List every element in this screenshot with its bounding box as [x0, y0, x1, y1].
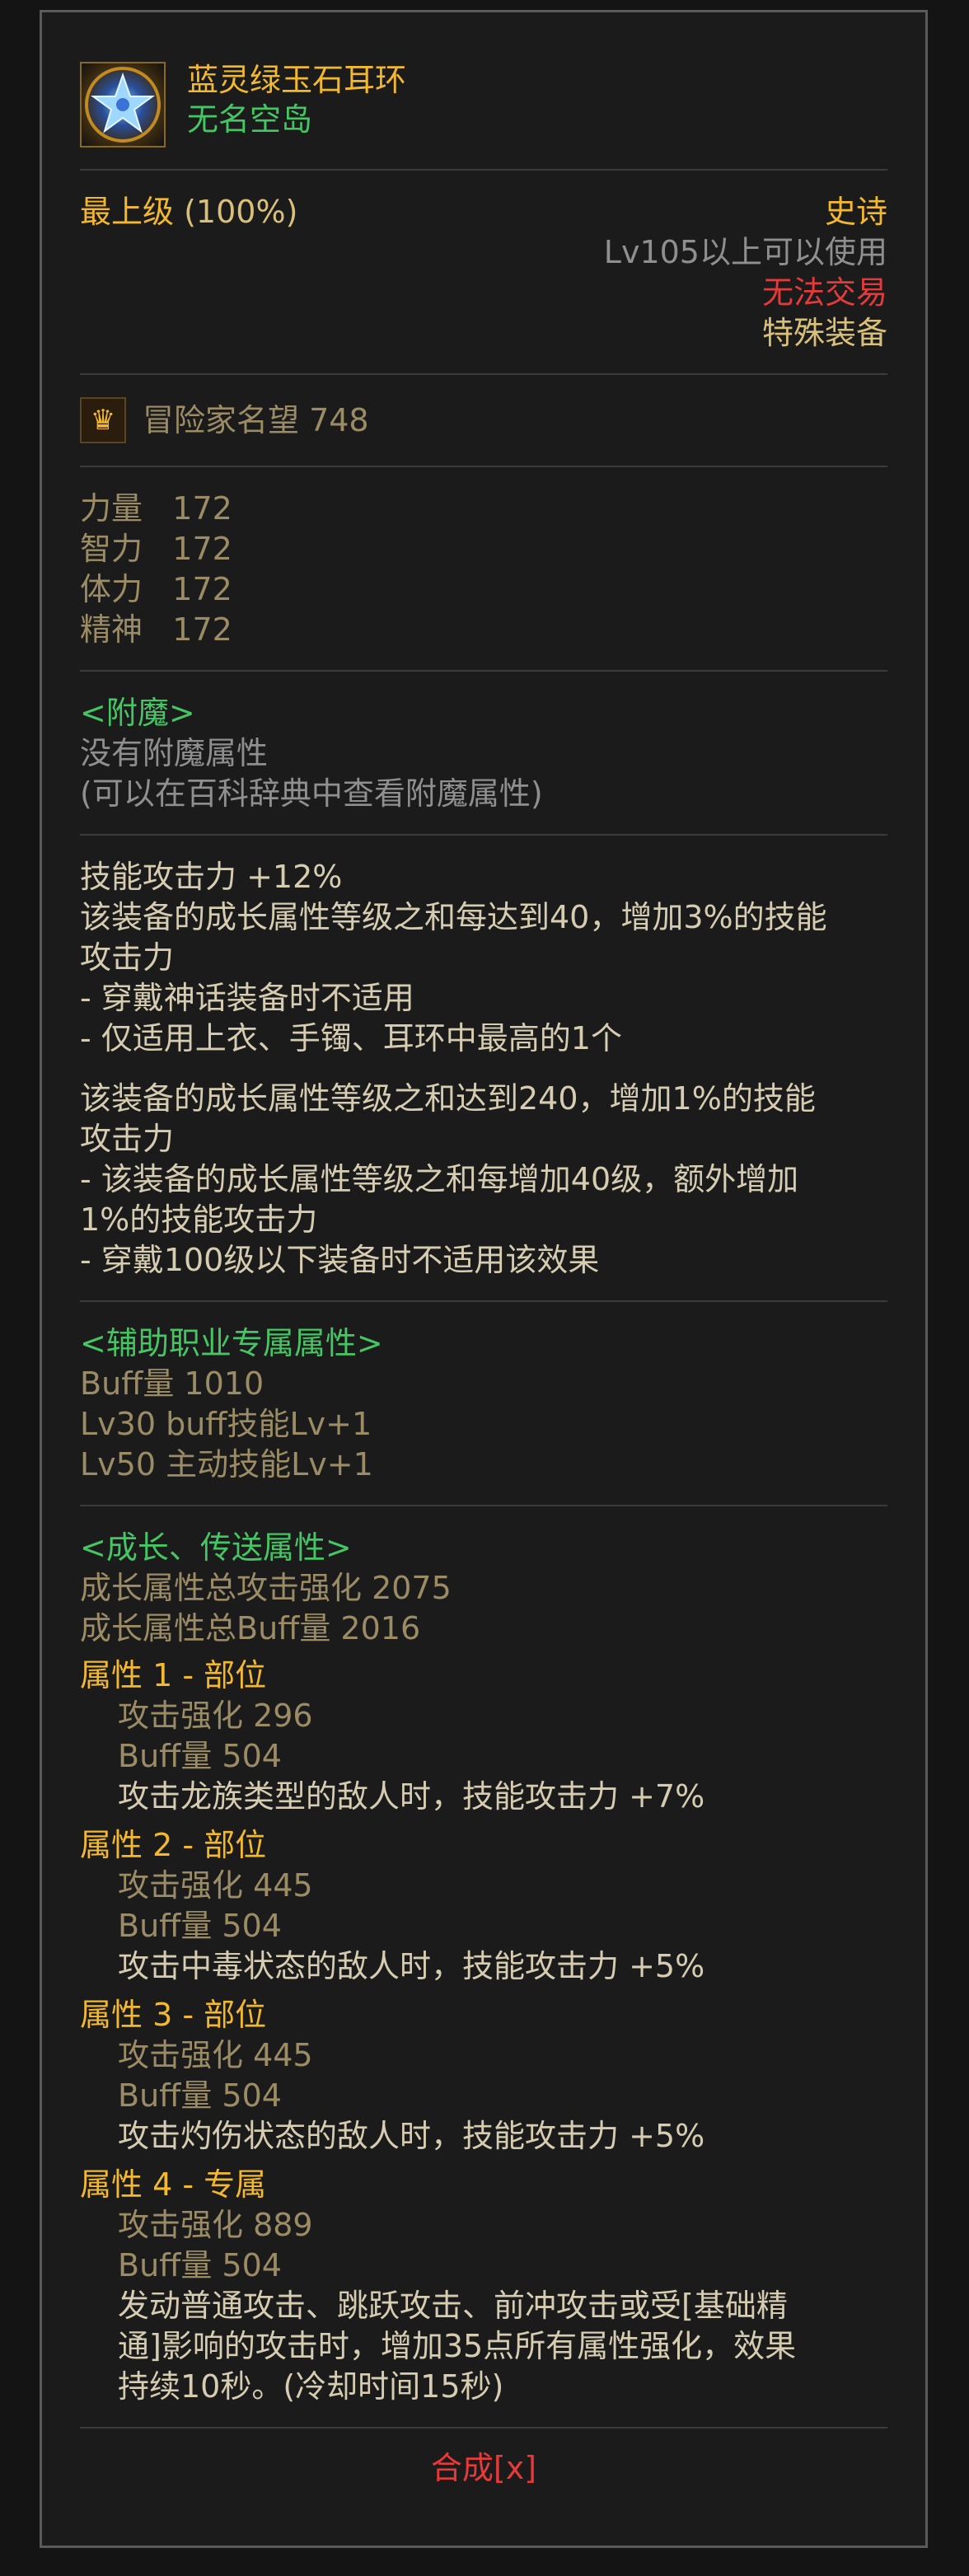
crown-icon: ♛ [80, 397, 126, 443]
support-lv30: Lv30 buff技能Lv+1 [80, 1406, 372, 1442]
attribute-effect: 攻击中毒状态的敌人时，技能攻击力 +5% [118, 1948, 705, 1984]
skill-line: 1%的技能攻击力 [80, 1201, 318, 1238]
support-lv50: Lv50 主动技能Lv+1 [80, 1446, 373, 1482]
attribute-buff: Buff量 504 [118, 2077, 282, 2114]
enchant-hint: (可以在百科辞典中查看附魔属性) [80, 775, 543, 812]
attribute-effect: 持续10秒。(冷却时间15秒) [118, 2368, 504, 2405]
attribute-attack: 攻击强化 445 [118, 1867, 313, 1904]
item-name: 蓝灵绿玉石耳环 [187, 62, 407, 98]
enchant-none: 没有附魔属性 [80, 735, 269, 771]
skill-line: - 穿戴100级以下装备时不适用该效果 [80, 1242, 600, 1278]
attribute-buff: Buff量 504 [118, 1908, 282, 1944]
stat-row: 体力 172 [80, 571, 232, 607]
grade-label: 最上级 (100%) [80, 194, 298, 230]
attribute-effect: 通]影响的攻击时，增加35点所有属性强化，效果 [118, 2328, 797, 2364]
enchant-header: <附魔> [80, 695, 195, 731]
attribute-effect: 发动普通攻击、跳跃攻击、前冲攻击或受[基础精 [118, 2288, 788, 2324]
skill-line: 该装备的成长属性等级之和每达到40，增加3%的技能 [80, 899, 827, 935]
synthesize-link[interactable]: 合成[x] [80, 2428, 887, 2489]
rarity-label: 史诗 [824, 194, 887, 230]
skill-attack-section: 技能攻击力 +12% 该装备的成长属性等级之和每达到40，增加3%的技能 攻击力… [80, 836, 887, 1300]
skill-line: - 仅适用上衣、手镯、耳环中最高的1个 [80, 1020, 622, 1056]
adventurer-fame: ♛ 冒险家名望 748 [80, 375, 887, 466]
skill-line: 该装备的成长属性等级之和达到240，增加1%的技能 [80, 1080, 816, 1117]
item-set-name: 无名空岛 [187, 101, 313, 138]
support-header: <辅助职业专属属性> [80, 1325, 383, 1361]
attribute-attack: 攻击强化 296 [118, 1698, 313, 1734]
stat-row: 力量 172 [80, 490, 232, 527]
growth-header: <成长、传送属性> [80, 1529, 352, 1566]
enchant-section: <附魔> 没有附魔属性 (可以在百科辞典中查看附魔属性) [80, 672, 887, 834]
skill-line: 技能攻击力 +12% [80, 859, 343, 895]
attribute-attack: 攻击强化 889 [118, 2207, 313, 2243]
growth-total-buff: 成长属性总Buff量 2016 [80, 1610, 421, 1646]
equipment-type: 特殊装备 [761, 315, 887, 351]
blue-star-earring-icon [80, 62, 166, 148]
attribute-effect: 攻击灼伤状态的敌人时，技能攻击力 +5% [118, 2118, 705, 2154]
item-tooltip: 蓝灵绿玉石耳环 无名空岛 最上级 (100%) 史诗 Lv105以上可以使用 无… [40, 10, 928, 2548]
support-buff: Buff量 1010 [80, 1365, 264, 1402]
skill-line: - 穿戴神话装备时不适用 [80, 980, 414, 1016]
level-requirement: Lv105以上可以使用 [603, 234, 887, 270]
stat-row: 精神 172 [80, 611, 232, 648]
growth-total-attack: 成长属性总攻击强化 2075 [80, 1570, 452, 1606]
item-header: 蓝灵绿玉石耳环 无名空岛 [80, 49, 887, 148]
attribute-title: 属性 1 - 部位 [80, 1657, 267, 1693]
skill-line: - 该装备的成长属性等级之和每增加40级，额外增加 [80, 1161, 799, 1197]
attribute-buff: Buff量 504 [118, 1738, 282, 1774]
attribute-title: 属性 3 - 部位 [80, 1997, 267, 2033]
skill-line: 攻击力 [80, 1121, 175, 1157]
attribute-effect: 攻击龙族类型的敌人时，技能攻击力 +7% [118, 1778, 705, 1815]
skill-line: 攻击力 [80, 939, 175, 976]
grade-percent: (100%) [184, 194, 298, 230]
attribute-title: 属性 4 - 专属 [80, 2166, 267, 2203]
attribute-attack: 攻击强化 445 [118, 2037, 313, 2073]
attribute-title: 属性 2 - 部位 [80, 1827, 267, 1863]
fame-text: 冒险家名望 748 [143, 401, 369, 438]
attribute-buff: Buff量 504 [118, 2247, 282, 2283]
trade-status: 无法交易 [761, 274, 887, 311]
support-section: <辅助职业专属属性> Buff量 1010 Lv30 buff技能Lv+1 Lv… [80, 1302, 887, 1505]
stat-row: 智力 172 [80, 531, 232, 567]
base-stats: 力量 172 智力 172 体力 172 精神 172 [80, 467, 887, 670]
growth-section: <成长、传送属性> 成长属性总攻击强化 2075 成长属性总Buff量 2016… [80, 1506, 887, 2427]
